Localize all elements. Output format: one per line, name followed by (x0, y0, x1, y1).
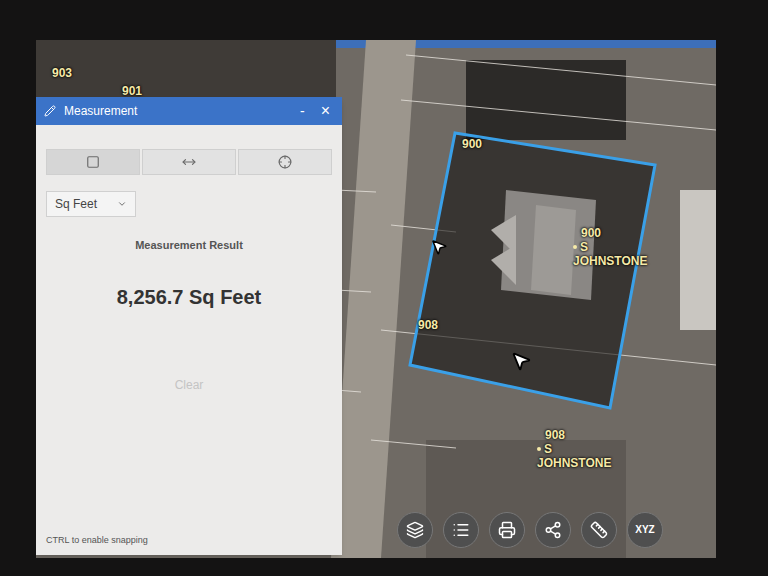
cursor-icon (430, 238, 448, 256)
toolbar-button[interactable] (489, 512, 525, 548)
address-dot (537, 447, 541, 451)
panel-title-bar[interactable]: Measurement-× (36, 97, 342, 125)
xyz-label: XYZ (635, 525, 654, 535)
parcel-label: 903 (52, 66, 72, 80)
chevron-down-icon (117, 199, 127, 209)
minimize-button[interactable]: - (296, 101, 309, 122)
share-icon (544, 521, 562, 539)
address-label: 900SJOHNSTONE (573, 226, 647, 268)
tool-tabs (46, 149, 332, 175)
toolbar-button[interactable] (581, 512, 617, 548)
snapping-hint: CTRL to enable snapping (46, 534, 332, 556)
ruler-icon (590, 521, 608, 539)
map-screen[interactable]: 903 901 900 908 900SJOHNSTONE 908SJOHNSTONE Me… (36, 40, 716, 558)
measurement-outline (410, 133, 655, 408)
address-dot (573, 245, 577, 249)
pencil-icon (44, 105, 56, 117)
toolbar-button[interactable] (535, 512, 571, 548)
distance-icon (182, 155, 196, 169)
toolbar-button[interactable] (443, 512, 479, 548)
close-button[interactable]: × (317, 99, 334, 123)
legend-icon (452, 521, 470, 539)
area-icon (86, 155, 100, 169)
tool-tab[interactable] (142, 149, 236, 175)
layers-icon (406, 521, 424, 539)
measurement-panel[interactable]: Measurement-× Sq Feet Measurement Result 8,… (36, 97, 342, 555)
parcel-label: 900 (462, 137, 482, 151)
unit-value: Sq Feet (55, 195, 97, 213)
map-toolbar: XYZ (397, 512, 663, 548)
cursor-icon (510, 350, 532, 372)
clear-button[interactable]: Clear (163, 372, 216, 398)
panel-title: Measurement (64, 102, 288, 120)
photo-of-screen: 903 901 900 908 900SJOHNSTONE 908SJOHNSTONE Me… (0, 0, 768, 576)
parcel-label: 901 (122, 84, 142, 98)
tool-tab[interactable] (238, 149, 332, 175)
location-icon (278, 155, 292, 169)
toolbar-button[interactable] (397, 512, 433, 548)
print-icon (498, 521, 516, 539)
tool-tab[interactable] (46, 149, 140, 175)
result-value: 8,256.7 Sq Feet (46, 282, 332, 312)
result-label: Measurement Result (46, 237, 332, 254)
unit-dropdown[interactable]: Sq Feet (46, 191, 136, 217)
toolbar-button[interactable]: XYZ (627, 512, 663, 548)
address-label: 908SJOHNSTONE (537, 428, 611, 470)
parcel-label: 908 (418, 318, 438, 332)
